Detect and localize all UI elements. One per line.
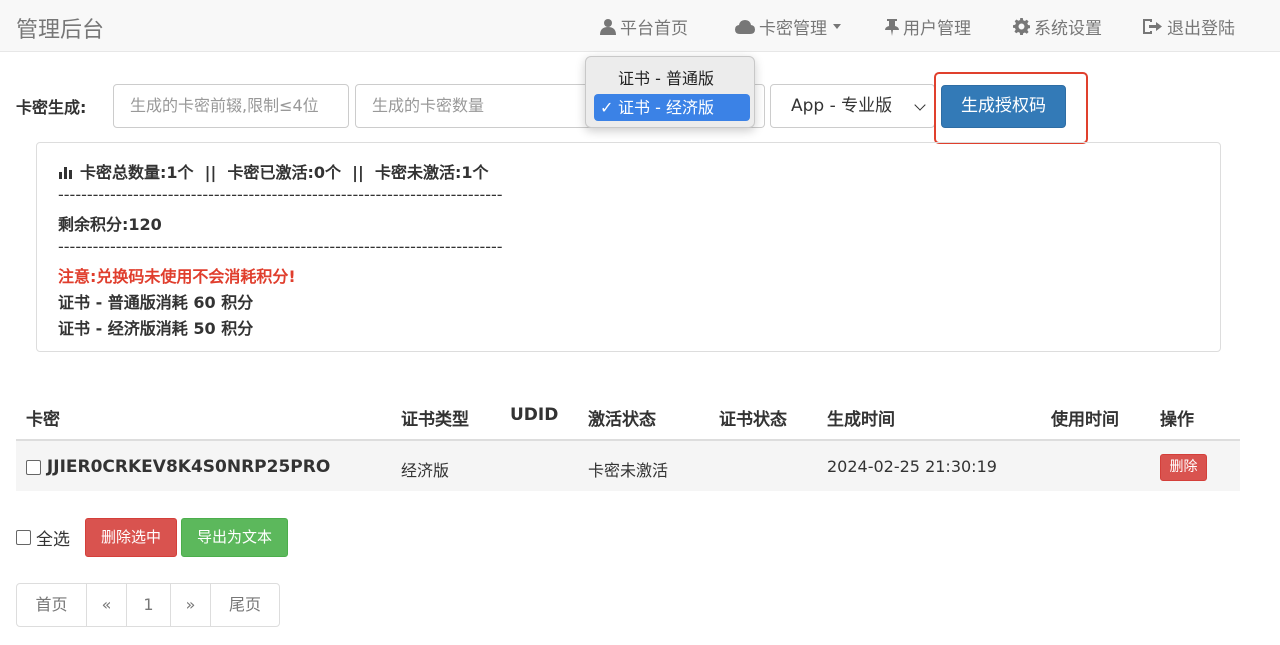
top-navbar: 管理后台 平台首页 卡密管理 用户管理 系统设置 退出登陆 <box>0 0 1280 52</box>
cert-option-normal[interactable]: 证书 - 普通版 <box>594 65 750 92</box>
row-cert-type: 经济版 <box>401 461 450 480</box>
row-code: JJIER0CRKEV8K4S0NRP25PRO <box>46 457 331 477</box>
row-checkbox[interactable] <box>26 459 41 475</box>
delete-selected-button[interactable]: 删除选中 <box>85 518 177 557</box>
cert-option-normal-label: 证书 - 普通版 <box>618 69 714 88</box>
cert-type-dropdown: 证书 - 普通版 ✓ 证书 - 经济版 <box>585 56 755 128</box>
prefix-input[interactable]: 生成的卡密前辍,限制≤4位 <box>113 84 349 128</box>
pagination: 首页 « 1 » 尾页 <box>16 583 280 627</box>
nav-settings-label: 系统设置 <box>1034 19 1102 39</box>
logout-icon <box>1143 19 1162 34</box>
card-generate-label: 卡密生成: <box>16 98 87 117</box>
header-used: 使用时间 <box>1051 410 1119 430</box>
page-last[interactable]: 尾页 <box>211 584 279 626</box>
nav-logout[interactable]: 退出登陆 <box>1143 14 1235 39</box>
nav-settings[interactable]: 系统设置 <box>1013 14 1102 39</box>
user-icon <box>600 19 616 35</box>
chevron-down-icon <box>914 99 926 111</box>
page-next[interactable]: » <box>171 584 211 626</box>
page-first[interactable]: 首页 <box>17 584 87 626</box>
header-created: 生成时间 <box>827 410 895 430</box>
info-panel: 卡密总数量:1个 || 卡密已激活:0个 || 卡密未激活:1个 -------… <box>36 142 1221 352</box>
row-delete-button[interactable]: 删除 <box>1160 454 1207 481</box>
bar-chart-icon <box>59 166 72 179</box>
nav-cards-label: 卡密管理 <box>759 19 827 39</box>
gear-icon <box>1013 18 1030 35</box>
header-activation: 激活状态 <box>588 410 656 430</box>
nav-home[interactable]: 平台首页 <box>600 14 688 39</box>
page-prev[interactable]: « <box>87 584 127 626</box>
header-udid: UDID <box>510 405 559 425</box>
header-code: 卡密 <box>26 410 60 430</box>
row-activation: 卡密未激活 <box>588 461 669 480</box>
divider-1: ----------------------------------------… <box>58 185 503 204</box>
nav-home-label: 平台首页 <box>620 19 688 39</box>
stats-text: 卡密总数量:1个 || 卡密已激活:0个 || 卡密未激活:1个 <box>80 163 489 182</box>
app-type-select[interactable]: App - 专业版 <box>770 84 935 128</box>
select-all-label: 全选 <box>36 530 70 550</box>
notice-line: 注意:兑换码未使用不会消耗积分! <box>58 267 296 286</box>
row-code-cell: JJIER0CRKEV8K4S0NRP25PRO <box>26 457 330 477</box>
app-type-value: App - 专业版 <box>791 96 893 116</box>
row-created: 2024-02-25 21:30:19 <box>827 457 997 476</box>
page-number[interactable]: 1 <box>127 584 171 626</box>
export-text-button[interactable]: 导出为文本 <box>181 518 288 557</box>
pushpin-icon <box>885 18 899 36</box>
cloud-icon <box>735 19 755 34</box>
select-all[interactable]: 全选 <box>16 525 70 550</box>
select-all-checkbox[interactable] <box>16 530 31 545</box>
brand-title[interactable]: 管理后台 <box>16 12 104 44</box>
cost-normal-line: 证书 - 普通版消耗 60 积分 <box>58 293 254 312</box>
points-line: 剩余积分:120 <box>58 215 162 234</box>
count-placeholder: 生成的卡密数量 <box>372 96 485 115</box>
prefix-placeholder: 生成的卡密前辍,限制≤4位 <box>130 96 319 115</box>
nav-users[interactable]: 用户管理 <box>885 14 971 39</box>
divider-2: ----------------------------------------… <box>58 237 503 256</box>
cost-economy-line: 证书 - 经济版消耗 50 积分 <box>58 319 254 338</box>
checkmark-icon: ✓ <box>600 98 614 117</box>
stats-line: 卡密总数量:1个 || 卡密已激活:0个 || 卡密未激活:1个 <box>58 159 489 183</box>
cert-option-economy-label: 证书 - 经济版 <box>618 98 714 117</box>
header-cert-type: 证书类型 <box>401 410 469 430</box>
nav-users-label: 用户管理 <box>903 19 971 39</box>
highlight-box <box>934 72 1088 144</box>
header-action: 操作 <box>1160 410 1194 430</box>
nav-cards-dropdown[interactable]: 卡密管理 <box>735 14 841 39</box>
cert-option-economy[interactable]: ✓ 证书 - 经济版 <box>594 94 750 121</box>
nav-logout-label: 退出登陆 <box>1167 19 1235 39</box>
header-cert-status: 证书状态 <box>719 410 787 430</box>
caret-down-icon <box>833 24 841 29</box>
